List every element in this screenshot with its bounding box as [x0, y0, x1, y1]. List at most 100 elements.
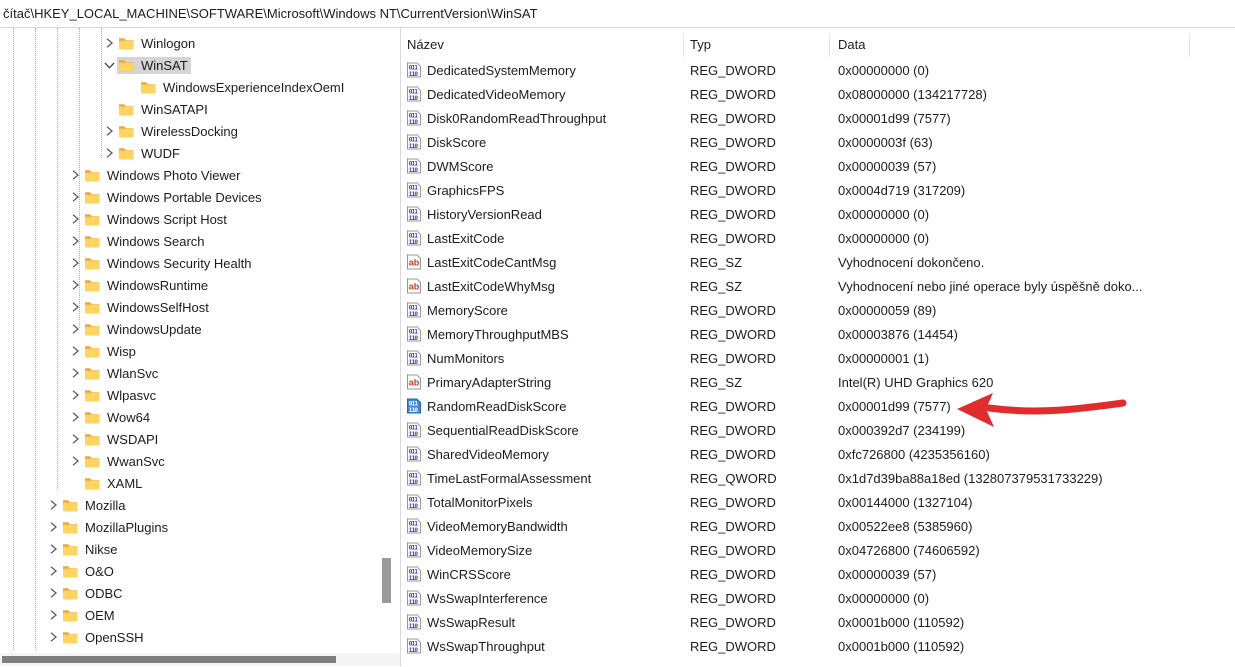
tree-horizontal-scrollbar[interactable] [0, 653, 400, 666]
value-row-dwmscore[interactable]: 011 110 DWMScore REG_DWORD 0x00000039 (57) [401, 154, 1235, 178]
chevron-right-icon[interactable] [66, 255, 83, 271]
value-row-nummonitors[interactable]: 011 110 NumMonitors REG_DWORD 0x00000001 (1) [401, 346, 1235, 370]
tree-item-windowsruntime[interactable]: WindowsRuntime [0, 274, 400, 296]
tree-item-windows-search[interactable]: Windows Search [0, 230, 400, 252]
chevron-right-icon[interactable] [66, 365, 83, 381]
chevron-right-icon[interactable] [44, 629, 61, 645]
value-data: 0x00000039 (57) [838, 158, 937, 174]
chevron-right-icon[interactable] [100, 123, 117, 139]
value-row-wsswapthroughput[interactable]: 011 110 WsSwapThroughput REG_DWORD 0x0001b00… [401, 634, 1235, 658]
binary-value-icon: 011 110 [406, 638, 422, 654]
value-row-diskscore[interactable]: 011 110 DiskScore REG_DWORD 0x0000003f (63) [401, 130, 1235, 154]
chevron-right-icon[interactable] [44, 497, 61, 513]
value-row-timelastformalassessment[interactable]: 011 110 TimeLastFormalAssessment REG_QWORD 0… [401, 466, 1235, 490]
tree-item-winlogon[interactable]: Winlogon [0, 32, 400, 54]
tree-item-wirelessdocking[interactable]: WirelessDocking [0, 120, 400, 142]
value-row-primaryadapterstring[interactable]: ab PrimaryAdapterString REG_SZ Intel(R) UHD… [401, 370, 1235, 394]
tree-item-windowsexperienceindexoemi[interactable]: WindowsExperienceIndexOemI [0, 76, 400, 98]
tree-item-label: WindowsRuntime [107, 277, 209, 293]
value-row-lastexitcodecantmsg[interactable]: ab LastExitCodeCantMsg REG_SZ Vyhodnocení d… [401, 250, 1235, 274]
tree-item-mozillaplugins[interactable]: MozillaPlugins [0, 516, 400, 538]
value-row-wsswapinterference[interactable]: 011 110 WsSwapInterference REG_DWORD 0x00000… [401, 586, 1235, 610]
address-bar[interactable]: čítač\HKEY_LOCAL_MACHINE\SOFTWARE\Micros… [0, 0, 1235, 28]
tree-item-wisp[interactable]: Wisp [0, 340, 400, 362]
tree-item-o-o[interactable]: O&O [0, 560, 400, 582]
tree-item-label: Wlpasvc [107, 387, 157, 403]
value-row-dedicatedvideomemory[interactable]: 011 110 DedicatedVideoMemory REG_DWORD 0x080… [401, 82, 1235, 106]
value-row-lastexitcodewhymsg[interactable]: ab LastExitCodeWhyMsg REG_SZ Vyhodnocení ne… [401, 274, 1235, 298]
tree-item-winsat[interactable]: WinSAT [0, 54, 400, 76]
binary-value-icon: 011 110 [406, 206, 422, 222]
tree-item-winsatapi[interactable]: WinSATAPI [0, 98, 400, 120]
value-row-wincrsscore[interactable]: 011 110 WinCRSScore REG_DWORD 0x00000039 (57… [401, 562, 1235, 586]
value-row-lastexitcode[interactable]: 011 110 LastExitCode REG_DWORD 0x00000000 (0… [401, 226, 1235, 250]
chevron-right-icon[interactable] [66, 277, 83, 293]
column-header-data[interactable]: Data [830, 32, 1190, 57]
chevron-right-icon[interactable] [66, 233, 83, 249]
value-row-randomreaddiskscore[interactable]: 011 110 RandomReadDiskScore REG_DWORD 0x0000… [401, 394, 1235, 418]
value-row-disk0randomreadthroughput[interactable]: 011 110 Disk0RandomReadThroughput REG_DWORD… [401, 106, 1235, 130]
tree-item-label: Windows Script Host [107, 211, 227, 227]
tree-item-openssh[interactable]: OpenSSH [0, 626, 400, 648]
chevron-right-icon[interactable] [66, 409, 83, 425]
tree-item-wwansvc[interactable]: WwanSvc [0, 450, 400, 472]
chevron-right-icon[interactable] [66, 453, 83, 469]
chevron-right-icon[interactable] [44, 541, 61, 557]
tree-horizontal-scrollbar-thumb[interactable] [2, 656, 336, 663]
tree-item-odbc[interactable]: ODBC [0, 582, 400, 604]
column-header-type[interactable]: Typ [684, 32, 830, 57]
value-row-sharedvideomemory[interactable]: 011 110 SharedVideoMemory REG_DWORD 0xfc7268… [401, 442, 1235, 466]
chevron-down-icon[interactable] [100, 57, 117, 73]
tree-item-label: WinSATAPI [141, 101, 208, 117]
value-row-memorythroughputmbs[interactable]: 011 110 MemoryThroughputMBS REG_DWORD 0x0000… [401, 322, 1235, 346]
folder-icon [84, 454, 100, 468]
chevron-right-icon[interactable] [44, 563, 61, 579]
chevron-right-icon[interactable] [44, 607, 61, 623]
tree-item-wudf[interactable]: WUDF [0, 142, 400, 164]
tree-item-mozilla[interactable]: Mozilla [0, 494, 400, 516]
value-row-historyversionread[interactable]: 011 110 HistoryVersionRead REG_DWORD 0x00000… [401, 202, 1235, 226]
tree-item-xaml[interactable]: XAML [0, 472, 400, 494]
chevron-right-icon[interactable] [66, 299, 83, 315]
tree-item-windowsupdate[interactable]: WindowsUpdate [0, 318, 400, 340]
column-header-name[interactable]: Název [401, 32, 684, 57]
value-row-sequentialreaddiskscore[interactable]: 011 110 SequentialReadDiskScore REG_DWORD 0x… [401, 418, 1235, 442]
value-row-wsswapresult[interactable]: 011 110 WsSwapResult REG_DWORD 0x0001b000 (1… [401, 610, 1235, 634]
tree-item-windows-portable-devices[interactable]: Windows Portable Devices [0, 186, 400, 208]
tree-item-label: MozillaPlugins [85, 519, 169, 535]
value-row-totalmonitorpixels[interactable]: 011 110 TotalMonitorPixels REG_DWORD 0x00144… [401, 490, 1235, 514]
chevron-right-icon[interactable] [100, 145, 117, 161]
chevron-right-icon[interactable] [66, 343, 83, 359]
tree-item-wlpasvc[interactable]: Wlpasvc [0, 384, 400, 406]
tree-vertical-scrollbar[interactable] [382, 558, 391, 603]
tree-item-windows-photo-viewer[interactable]: Windows Photo Viewer [0, 164, 400, 186]
tree-item-windows-script-host[interactable]: Windows Script Host [0, 208, 400, 230]
tree-item-windowsselfhost[interactable]: WindowsSelfHost [0, 296, 400, 318]
tree-item-wlansvc[interactable]: WlanSvc [0, 362, 400, 384]
tree-item-nikse[interactable]: Nikse [0, 538, 400, 560]
chevron-right-icon[interactable] [66, 167, 83, 183]
tree-item-wsdapi[interactable]: WSDAPI [0, 428, 400, 450]
value-row-dedicatedsystemmemory[interactable]: 011 110 DedicatedSystemMemory REG_DWORD 0x00… [401, 58, 1235, 82]
chevron-right-icon[interactable] [66, 189, 83, 205]
folder-icon [118, 36, 134, 50]
value-name: WinCRSScore [427, 566, 511, 582]
chevron-right-icon[interactable] [44, 519, 61, 535]
svg-text:110: 110 [409, 526, 419, 534]
tree-item-windows-security-health[interactable]: Windows Security Health [0, 252, 400, 274]
tree-item-label: Windows Photo Viewer [107, 167, 241, 183]
svg-text:110: 110 [409, 310, 419, 318]
value-row-videomemorybandwidth[interactable]: 011 110 VideoMemoryBandwidth REG_DWORD 0x005… [401, 514, 1235, 538]
value-row-memoryscore[interactable]: 011 110 MemoryScore REG_DWORD 0x00000059 (89… [401, 298, 1235, 322]
value-row-videomemorysize[interactable]: 011 110 VideoMemorySize REG_DWORD 0x04726800… [401, 538, 1235, 562]
tree-item-oem[interactable]: OEM [0, 604, 400, 626]
chevron-right-icon[interactable] [100, 35, 117, 51]
chevron-right-icon[interactable] [44, 585, 61, 601]
chevron-right-icon[interactable] [66, 431, 83, 447]
value-type: REG_SZ [690, 374, 743, 390]
tree-item-wow64[interactable]: Wow64 [0, 406, 400, 428]
value-row-graphicsfps[interactable]: 011 110 GraphicsFPS REG_DWORD 0x0004d719 (31… [401, 178, 1235, 202]
chevron-right-icon[interactable] [66, 321, 83, 337]
chevron-right-icon[interactable] [66, 211, 83, 227]
chevron-right-icon[interactable] [66, 387, 83, 403]
